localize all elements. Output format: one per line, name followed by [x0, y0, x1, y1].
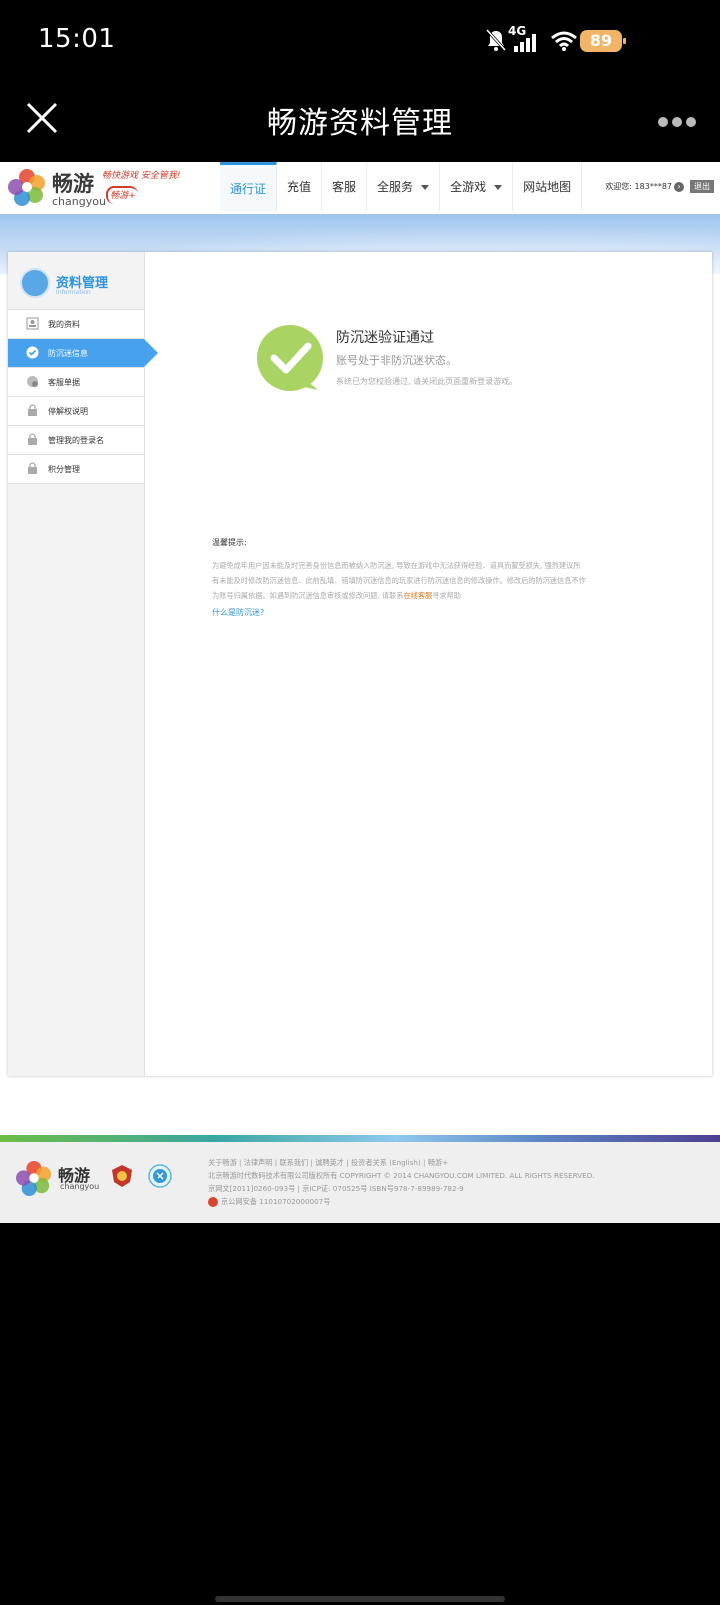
- nav-label: 客服: [332, 180, 357, 194]
- sidebar-item-suspension-info[interactable]: 停解权说明: [8, 397, 144, 426]
- check-badge-icon: [257, 325, 323, 391]
- footer-color-bar: [0, 1135, 720, 1142]
- police-emblem-icon[interactable]: [111, 1164, 133, 1188]
- wifi-icon: [551, 31, 577, 51]
- changyou-flower-icon: [8, 169, 45, 206]
- site-header: 畅游 changyou 畅快游戏 安全管我! 畅游+ 通行证 充值 客服 全服务…: [0, 162, 720, 215]
- battery-indicator: 89: [580, 30, 626, 52]
- tips-body: 为避免成年用户因未能及时完善身份信息而被纳入防沉迷, 导致在游戏中无法获得经验、…: [212, 558, 632, 603]
- culture-badge-icon[interactable]: [148, 1164, 172, 1188]
- app-title-bar: 畅游资料管理: [0, 82, 720, 162]
- web-view: 畅游 changyou 畅快游戏 安全管我! 畅游+ 通行证 充值 客服 全服务…: [0, 162, 720, 1223]
- tips-text: 寻求帮助: [432, 591, 461, 600]
- bell-muted-icon: [485, 28, 507, 52]
- network-type: 4G: [508, 24, 527, 38]
- main-nav: 通行证 充值 客服 全服务 全游戏 网站地图: [220, 162, 583, 214]
- tips-heading: 温馨提示:: [212, 538, 247, 547]
- sidebar-header: 资料管理 Information: [8, 252, 144, 310]
- sidebar-item-label: 防沉迷信息: [48, 349, 88, 358]
- result-title: 防沉迷验证通过: [336, 330, 434, 346]
- welcome-user: 欢迎您: 183***87 › 退出: [605, 180, 714, 193]
- nav-sitemap[interactable]: 网站地图: [513, 162, 583, 212]
- footer-text: 关于畅游 | 法律声明 | 联系我们 | 诚聘英才 | 投资者关系 (Engli…: [208, 1156, 595, 1208]
- status-icons: 4G 89: [460, 24, 720, 58]
- sidebar-item-label: 停解权说明: [48, 407, 88, 416]
- nav-recharge[interactable]: 充值: [277, 162, 323, 212]
- profile-card-icon: [20, 268, 50, 298]
- nav-passport[interactable]: 通行证: [220, 162, 278, 212]
- result-note: 系统已为您校验通过, 请关闭此页面重新登录游戏。: [336, 377, 518, 386]
- status-bar: 15:01 4G 89: [0, 0, 720, 82]
- nav-label: 全游戏: [450, 180, 487, 194]
- shield-check-icon: [26, 346, 39, 359]
- sidebar-subtitle: Information: [56, 289, 91, 296]
- nav-label: 全服务: [377, 180, 414, 194]
- footer-logo: 畅游 changyou: [16, 1160, 100, 1200]
- tips-section: 温馨提示: 为避免成年用户因未能及时完善身份信息而被纳入防沉迷, 导致在游戏中无…: [212, 537, 632, 618]
- nav-all-games[interactable]: 全游戏: [440, 162, 514, 212]
- footer-license: 京网文[2011]0260-093号 | 京ICP证: 070525号 ISBN…: [208, 1184, 464, 1193]
- footer-links[interactable]: 关于畅游 | 法律声明 | 联系我们 | 诚聘英才 | 投资者关系 (Engli…: [208, 1156, 595, 1169]
- empty-area: [0, 1223, 720, 1605]
- police-badge-icon: [208, 1197, 218, 1207]
- slogan: 畅快游戏 安全管我!: [102, 171, 181, 181]
- what-is-anti-addiction-link[interactable]: 什么是防沉迷?: [212, 607, 632, 618]
- welcome-text: 欢迎您: 183***87: [605, 182, 672, 191]
- nav-label: 网站地图: [523, 180, 572, 194]
- footer-police-record: 京公网安备 11010702000007号: [208, 1195, 595, 1208]
- tips-line: 为账号归属依据。如遇到防沉迷信息审核或修改问题, 请联系在线客服寻求帮助: [212, 588, 632, 603]
- more-options-icon[interactable]: [658, 112, 702, 127]
- sidebar-item-anti-addiction[interactable]: 防沉迷信息: [8, 339, 158, 368]
- tips-text: 为账号归属依据。如遇到防沉迷信息审核或修改问题, 请联系: [212, 591, 404, 600]
- sidebar-item-my-profile[interactable]: 我的资料: [8, 310, 144, 339]
- sidebar-item-login-names[interactable]: 管理我的登录名: [8, 426, 144, 455]
- changyou-flower-icon: [16, 1160, 52, 1196]
- arrow-right-icon[interactable]: ›: [674, 181, 684, 192]
- sidebar-item-label: 客服单据: [48, 378, 80, 387]
- profile-icon: [26, 317, 39, 330]
- sidebar-item-points[interactable]: 积分管理: [8, 455, 144, 484]
- sidebar-item-label: 我的资料: [48, 320, 80, 329]
- chevron-down-icon: [494, 184, 503, 190]
- footer-copyright: 北京畅游时代数码技术有限公司版权所有 COPYRIGHT © 2014 CHAN…: [208, 1171, 595, 1180]
- lock-icon: [28, 462, 37, 474]
- nav-all-services[interactable]: 全服务: [367, 162, 441, 212]
- content-panel: 资料管理 Information 我的资料 防沉迷信息 客服单据 停解权说明 管…: [8, 252, 712, 1076]
- cellular-signal-icon: 4G: [508, 24, 540, 54]
- police-record-text: 京公网安备 11010702000007号: [221, 1197, 331, 1206]
- tips-line: 有未能及时修改防沉迷信息、此前乱填、错填防沉迷信息的玩家进行防沉迷信息的修改操作…: [212, 576, 586, 585]
- lock-icon: [28, 433, 37, 445]
- changyou-plus-badge[interactable]: 畅游+: [106, 186, 138, 204]
- site-footer: 畅游 changyou 关于畅游 | 法律声明 | 联系我们 | 诚聘英才 | …: [0, 1142, 720, 1223]
- logout-button[interactable]: 退出: [690, 180, 714, 193]
- sidebar-item-label: 管理我的登录名: [48, 436, 104, 445]
- home-indicator[interactable]: [215, 1596, 505, 1602]
- result-subtitle: 账号处于非防沉迷状态。: [336, 354, 457, 367]
- status-time: 15:01: [38, 24, 116, 54]
- online-service-link[interactable]: 在线客服: [403, 591, 432, 600]
- footer-logo-en: changyou: [60, 1182, 100, 1191]
- sidebar: 资料管理 Information 我的资料 防沉迷信息 客服单据 停解权说明 管…: [8, 252, 158, 1076]
- nav-label: 通行证: [230, 181, 267, 196]
- sidebar-item-label: 积分管理: [48, 465, 80, 474]
- lock-icon: [28, 404, 37, 416]
- ticket-icon: [27, 376, 38, 387]
- nav-service[interactable]: 客服: [322, 162, 368, 212]
- nav-label: 充值: [287, 180, 312, 194]
- logo-text-cn: 畅游: [52, 172, 94, 196]
- sidebar-item-service-tickets[interactable]: 客服单据: [8, 368, 144, 397]
- tips-line: 为避免成年用户因未能及时完善身份信息而被纳入防沉迷, 导致在游戏中无法获得经验、…: [212, 561, 581, 570]
- logo-text-en: changyou: [52, 195, 106, 208]
- chevron-down-icon: [421, 184, 430, 190]
- page-title: 畅游资料管理: [267, 106, 453, 141]
